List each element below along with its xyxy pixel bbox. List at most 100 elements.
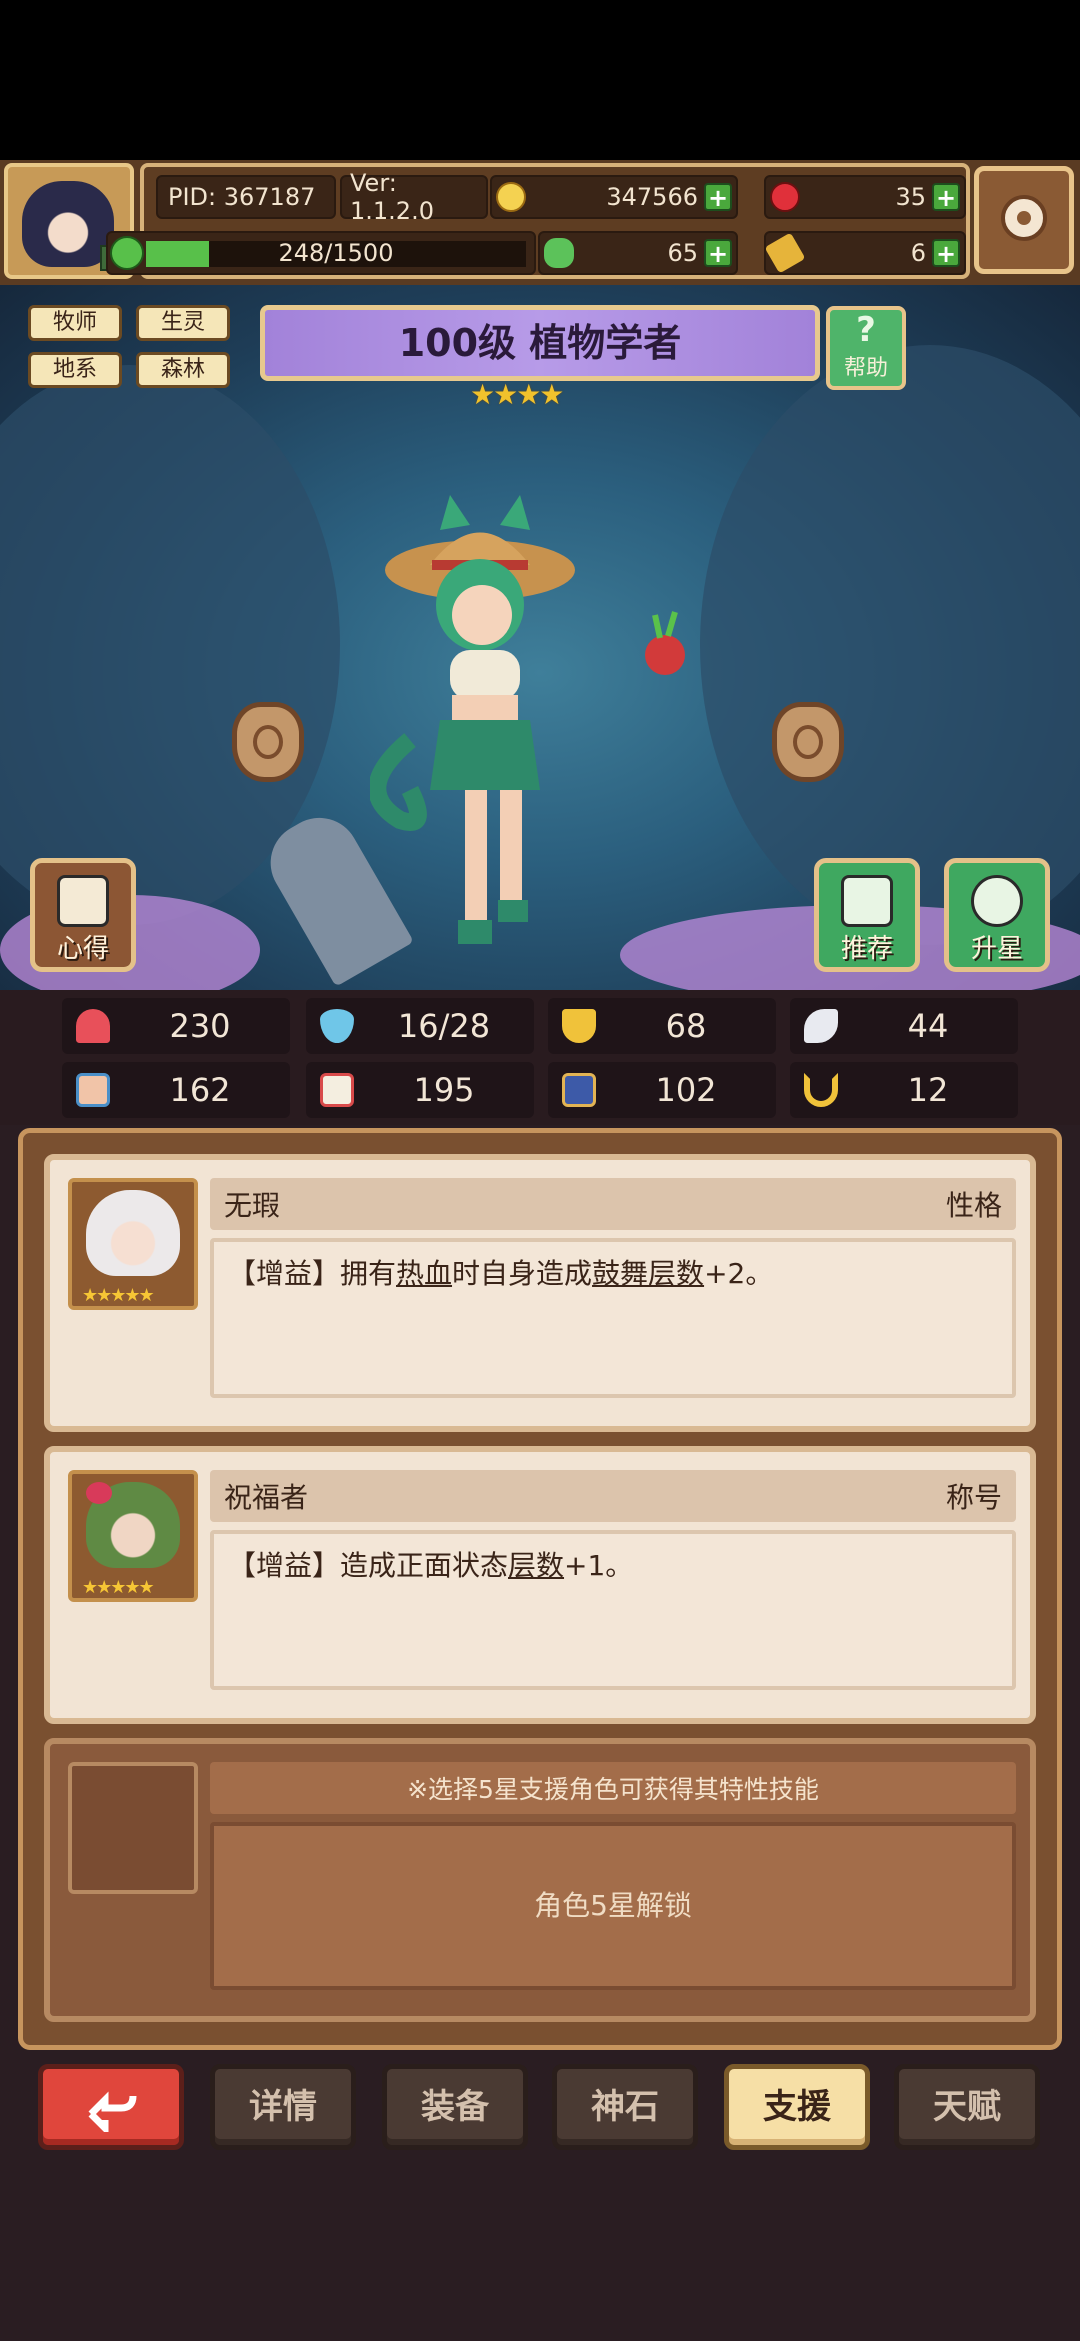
character-stars: ★★★★ <box>470 378 564 411</box>
top <box>450 650 520 700</box>
stat-magic: 195 <box>306 1062 534 1118</box>
desc-text: 【增益】造成正面状态 <box>228 1549 509 1582</box>
stat-mp-value: 16/28 <box>397 1007 491 1045</box>
stat-agility-value: 102 <box>655 1071 717 1109</box>
locked-support-slot[interactable]: ※选择5星支援角色可获得其特性技能 角色5星解锁 <box>44 1738 1036 2022</box>
stat-magic-value: 195 <box>413 1071 475 1109</box>
star-icon <box>971 875 1023 927</box>
tab-talent[interactable]: 天赋 <box>894 2064 1040 2150</box>
add-clover-button[interactable]: + <box>704 239 732 267</box>
keyword-link[interactable]: 层数 <box>508 1549 564 1582</box>
energy-icon <box>110 236 144 270</box>
locked-text: 角色5星解锁 <box>534 1889 692 1922</box>
support-card-title[interactable]: ★★★★★ 祝福者 称号 【增益】造成正面状态层数+1。 <box>44 1446 1036 1724</box>
support-card-personality[interactable]: ★★★★★ 无瑕 性格 【增益】拥有热血时自身造成鼓舞层数+2。 <box>44 1154 1036 1432</box>
tab-support[interactable]: 支援 <box>724 2064 870 2150</box>
stat-defense-value: 68 <box>665 1007 707 1045</box>
add-gold-button[interactable]: + <box>704 183 732 211</box>
pid-text: PID: 367187 <box>168 183 316 211</box>
insight-button[interactable]: 心得 <box>30 858 136 972</box>
stat-hp-value: 230 <box>169 1007 231 1045</box>
stat-hp: 230 <box>62 998 290 1054</box>
character-title: 100级 植物学者 <box>260 305 820 381</box>
support-description: 【增益】拥有热血时自身造成鼓舞层数+2。 <box>210 1238 1016 1398</box>
keyword-link[interactable]: 鼓舞层数 <box>592 1257 704 1290</box>
character-sprite[interactable] <box>370 490 690 980</box>
stat-luck: 12 <box>790 1062 1018 1118</box>
desc-text: 【增益】拥有 <box>228 1257 397 1290</box>
cat-ear-right <box>500 495 530 530</box>
stat-mp: 16/28 <box>306 998 534 1054</box>
back-button[interactable] <box>38 2064 184 2150</box>
back-arrow-icon <box>88 2091 137 2136</box>
tab-details[interactable]: 详情 <box>210 2064 356 2150</box>
book-icon <box>320 1073 354 1107</box>
locked-box: 角色5星解锁 <box>210 1822 1016 1990</box>
version-text: Ver: 1.1.2.0 <box>350 169 434 225</box>
boot-icon <box>562 1073 596 1107</box>
red-gem-amount: 35 <box>895 183 926 211</box>
gear-icon <box>1001 195 1047 241</box>
stat-defense: 68 <box>548 998 776 1054</box>
rune-slot-right[interactable] <box>772 702 844 782</box>
recommend-button[interactable]: 推荐 <box>814 858 920 972</box>
locked-hint-bar: ※选择5星支援角色可获得其特性技能 <box>210 1762 1016 1814</box>
water-drop-icon <box>320 1009 354 1043</box>
support-name: 祝福者 <box>224 1481 309 1514</box>
tab-god-stone[interactable]: 神石 <box>552 2064 698 2150</box>
pid-box: PID: 367187 <box>156 175 336 219</box>
radish <box>645 635 685 675</box>
red-gem-box: 35 + <box>764 175 966 219</box>
support-name: 无瑕 <box>224 1189 281 1222</box>
white-hair-portrait <box>86 1190 180 1276</box>
help-button[interactable]: ? 帮助 <box>826 306 906 390</box>
star-up-button[interactable]: 升星 <box>944 858 1050 972</box>
energy-box: 248/1500 <box>106 231 536 275</box>
tag-class: 牧师 <box>28 305 122 341</box>
fist-icon <box>76 1073 110 1107</box>
support-avatar[interactable]: ★★★★★ <box>68 1178 198 1310</box>
support-stars: ★★★★★ <box>82 1577 155 1598</box>
scroll-icon <box>57 875 109 927</box>
stat-speed: 44 <box>790 998 1018 1054</box>
tag-terrain: 森林 <box>136 352 230 388</box>
tag-race: 生灵 <box>136 305 230 341</box>
key-amount: 6 <box>910 239 926 267</box>
desc-text: +1。 <box>564 1549 634 1582</box>
rune-slot-left[interactable] <box>232 702 304 782</box>
thumbs-up-icon <box>841 875 893 927</box>
face <box>452 585 512 645</box>
status-area <box>0 0 1080 160</box>
support-description: 【增益】造成正面状态层数+1。 <box>210 1530 1016 1690</box>
support-namebar: 无瑕 性格 <box>210 1178 1016 1230</box>
add-key-button[interactable]: + <box>932 239 960 267</box>
gold-amount: 347566 <box>606 183 698 211</box>
empty-avatar-slot[interactable] <box>68 1762 198 1894</box>
red-gem-icon <box>770 182 800 212</box>
key-box: 6 + <box>764 231 966 275</box>
skirt <box>430 720 540 790</box>
desc-text: 时自身造成 <box>452 1257 593 1290</box>
leg-left <box>465 790 487 930</box>
tree-right <box>700 345 1080 945</box>
tab-equipment[interactable]: 装备 <box>382 2064 528 2150</box>
help-label: 帮助 <box>843 356 888 381</box>
clover-box: 65 + <box>538 231 738 275</box>
cat-ear-left <box>440 495 470 530</box>
star-up-label: 升星 <box>970 934 1023 964</box>
resource-panel: PID: 367187 Ver: 1.1.2.0 347566 + 35 + 2… <box>106 163 970 279</box>
add-gem-button[interactable]: + <box>932 183 960 211</box>
leg-right <box>500 790 522 910</box>
heart-icon <box>76 1009 110 1043</box>
tail <box>370 733 427 831</box>
gold-box: 347566 + <box>490 175 738 219</box>
settings-button[interactable] <box>974 166 1074 274</box>
locked-hint: ※选择5星支援角色可获得其特性技能 <box>407 1775 819 1804</box>
keyword-link[interactable]: 热血 <box>396 1257 452 1290</box>
radish-leaves <box>652 611 678 639</box>
clover-icon <box>544 238 574 268</box>
boot-left <box>458 920 492 944</box>
stat-luck-value: 12 <box>907 1071 949 1109</box>
stat-speed-value: 44 <box>907 1007 949 1045</box>
support-avatar[interactable]: ★★★★★ <box>68 1470 198 1602</box>
